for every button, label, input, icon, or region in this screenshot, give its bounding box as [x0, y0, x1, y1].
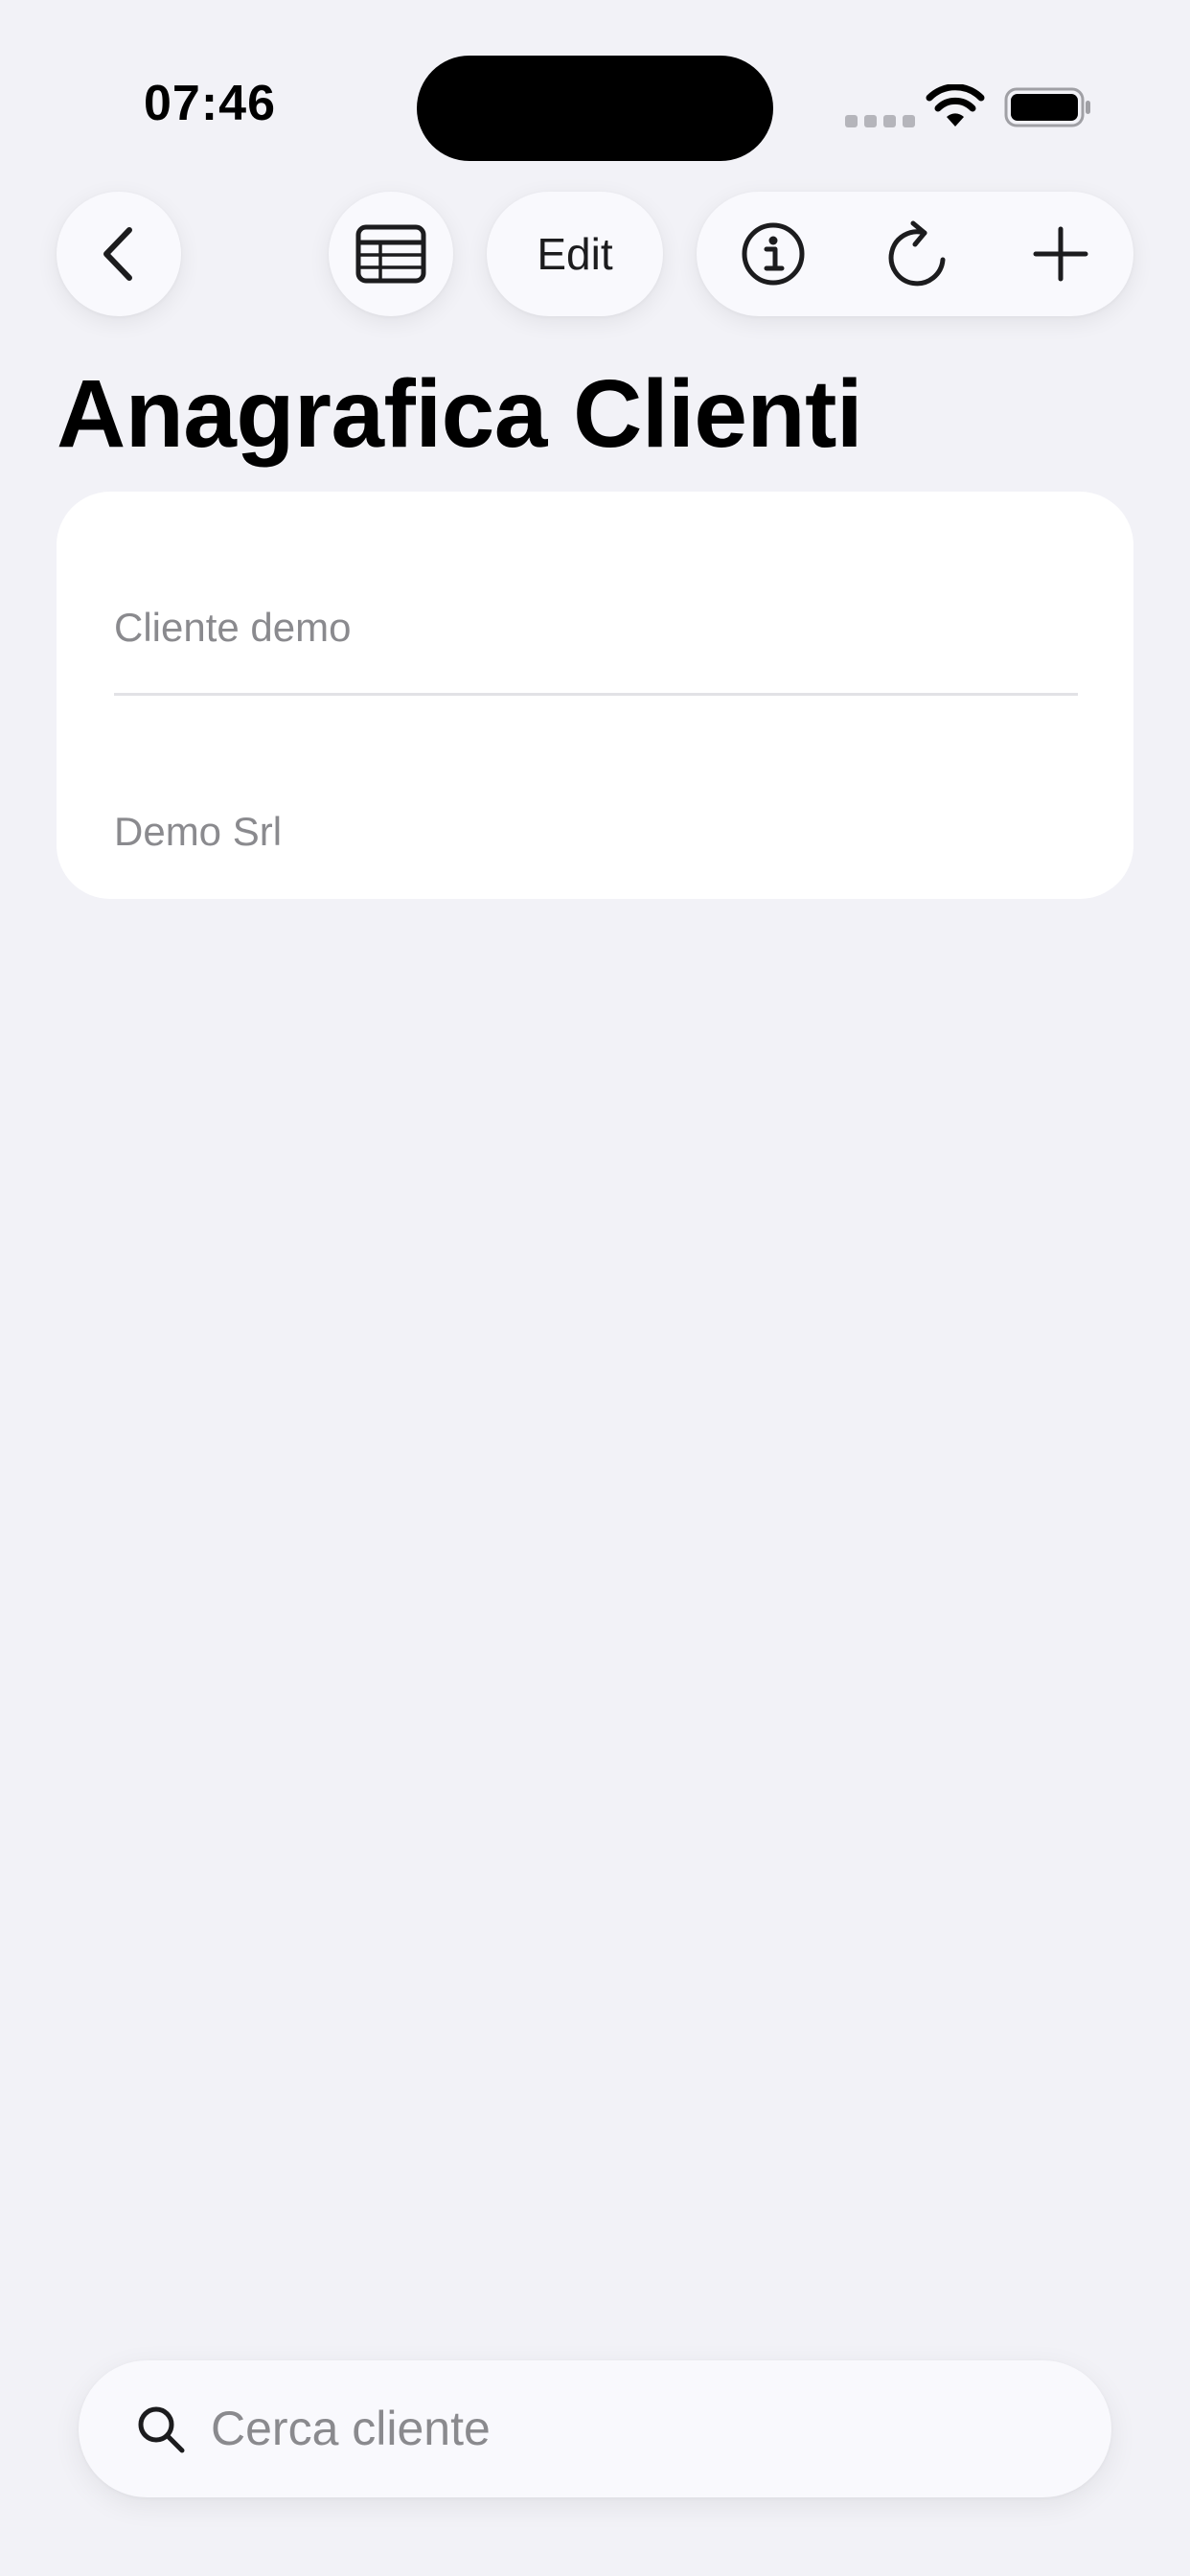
plus-icon — [1033, 226, 1088, 282]
dynamic-island — [417, 56, 773, 161]
battery-icon — [1004, 87, 1090, 127]
list-item-client[interactable]: Demo Srl — [114, 808, 1076, 856]
list-item-client[interactable]: Cliente demo — [114, 604, 1076, 652]
client-list: Cliente demo Demo Srl — [57, 492, 1133, 899]
page-title: Anagrafica Clienti — [57, 360, 863, 468]
back-button[interactable] — [57, 192, 181, 316]
edit-button[interactable]: Edit — [487, 192, 663, 316]
table-view-button[interactable] — [329, 192, 453, 316]
search-input[interactable] — [211, 2397, 1054, 2460]
table-icon — [355, 224, 426, 284]
chevron-left-icon — [103, 227, 132, 281]
info-icon — [742, 222, 805, 286]
list-divider — [114, 693, 1078, 696]
wifi-icon — [926, 84, 985, 126]
info-button[interactable] — [711, 192, 835, 316]
refresh-icon — [888, 220, 946, 287]
cellular-signal-icon — [845, 115, 915, 127]
search-icon — [138, 2406, 185, 2453]
add-button[interactable] — [998, 192, 1123, 316]
search-bar[interactable] — [79, 2360, 1111, 2497]
status-time: 07:46 — [144, 76, 276, 131]
refresh-button[interactable] — [856, 192, 980, 316]
toolbar-action-group — [697, 192, 1133, 316]
